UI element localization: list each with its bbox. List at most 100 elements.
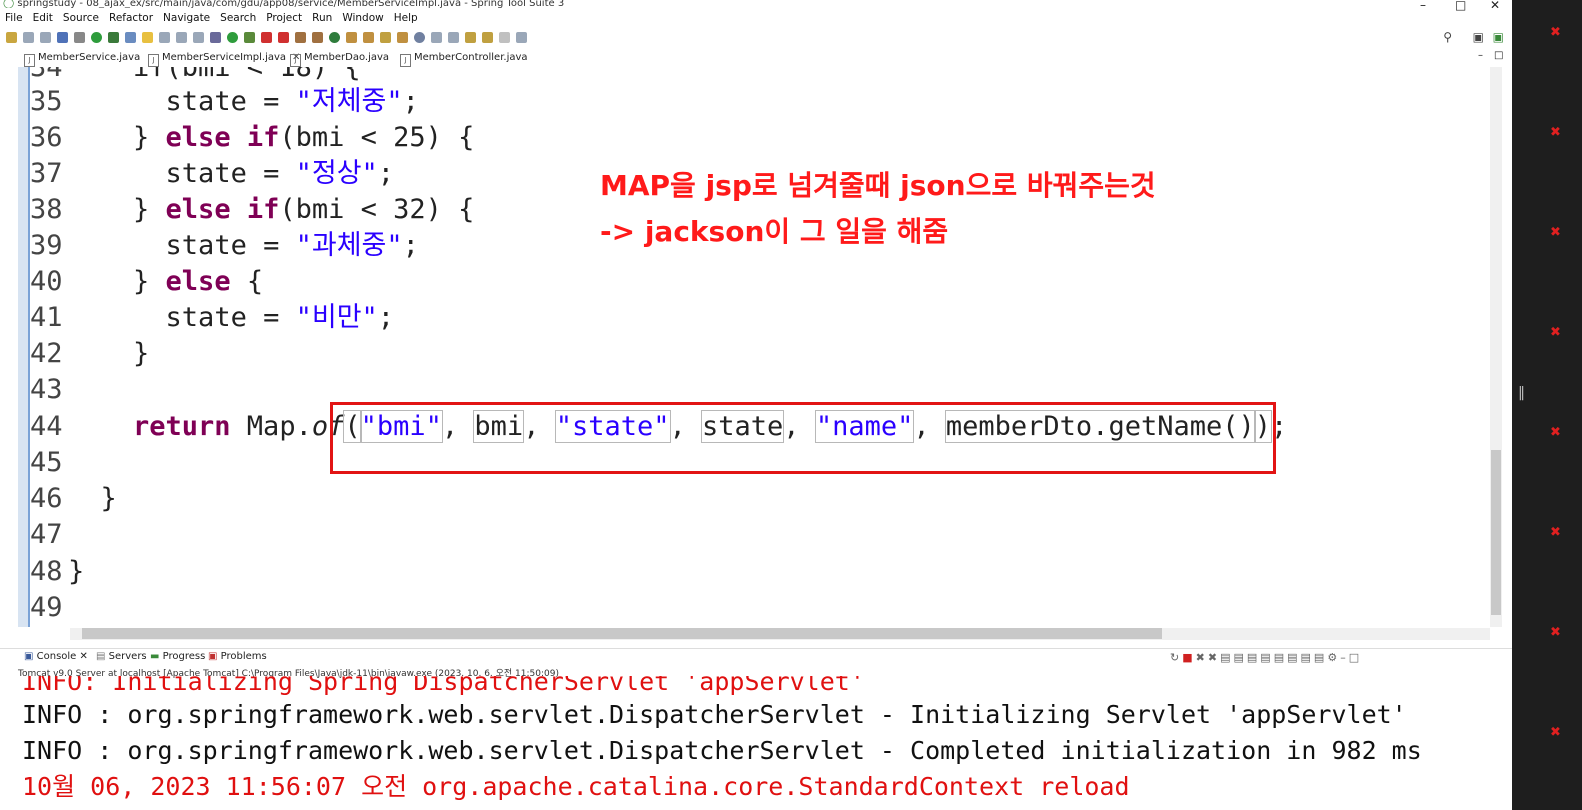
open-perspective-icon[interactable]: ▣ [1473, 30, 1484, 44]
tab-console[interactable]: ▣ Console ✕ [24, 651, 88, 662]
tab-memberserviceimpl[interactable]: J MemberServiceImpl.java ✕ [148, 50, 301, 67]
change-ruler [18, 67, 30, 627]
refresh-icon[interactable] [108, 31, 119, 43]
tab-memberservice[interactable]: J MemberService.java [24, 50, 140, 67]
menu-file[interactable]: File [0, 10, 28, 26]
restart-icon[interactable]: ↻ [1170, 651, 1182, 664]
mark-occurrences-icon[interactable] [142, 31, 153, 43]
settings-icon[interactable]: ⚙ [1327, 651, 1340, 664]
editor-vertical-scroll-thumb[interactable] [1491, 450, 1501, 615]
open-task-icon[interactable] [363, 31, 374, 43]
mic-muted-icon[interactable]: ✖ [1550, 325, 1562, 340]
mic-muted-icon[interactable]: ✖ [1550, 425, 1562, 440]
pin-console-icon[interactable]: ▤ [1287, 651, 1300, 664]
menu-navigate[interactable]: Navigate [158, 10, 215, 26]
menu-search[interactable]: Search [215, 10, 261, 26]
skip-breakpoints-icon[interactable] [74, 31, 85, 43]
new-class-icon[interactable] [329, 31, 340, 43]
java-file-icon: J [290, 54, 301, 67]
tab-membercontroller[interactable]: J MemberController.java [400, 50, 528, 67]
new-icon[interactable] [6, 31, 17, 43]
last-edit-icon[interactable] [465, 31, 476, 43]
menu-source[interactable]: Source [58, 10, 104, 26]
tab-problems[interactable]: ▣ Problems [208, 651, 267, 662]
panel-resize-handle[interactable]: ‖ [1518, 385, 1525, 401]
boot-dashboard-icon[interactable] [91, 31, 102, 43]
open-type-icon[interactable] [346, 31, 357, 43]
minimize-icon[interactable]: – [1340, 651, 1349, 664]
tab-servers[interactable]: ▤ Servers [96, 651, 147, 662]
annotation-line-1: MAP을 jsp로 넘겨줄때 json으로 바꿔주는것 [600, 169, 1156, 202]
minimize-icon[interactable]: – [1420, 0, 1426, 12]
web-browser-icon[interactable] [414, 31, 425, 43]
menu-project[interactable]: Project [261, 10, 307, 26]
mic-muted-icon[interactable]: ✖ [1550, 25, 1562, 40]
run-icon[interactable] [227, 31, 238, 43]
word-wrap-icon[interactable]: ▤ [1247, 651, 1260, 664]
save-all-icon[interactable] [40, 31, 51, 43]
mic-muted-icon[interactable]: ✖ [1550, 125, 1562, 140]
tab-memberdao[interactable]: J MemberDao.java [290, 50, 389, 67]
next-annotation-icon[interactable] [431, 31, 442, 43]
previous-annotation-icon[interactable] [448, 31, 459, 43]
new-package-icon[interactable] [312, 31, 323, 43]
external-tools-icon[interactable] [278, 31, 289, 43]
pilcrow-icon[interactable] [193, 31, 204, 43]
menu-edit[interactable]: Edit [28, 10, 58, 26]
window-title: springstudy - 08_ajax_ex/src/main/java/c… [17, 0, 565, 8]
terminal-icon[interactable] [57, 31, 68, 43]
save-icon[interactable] [23, 31, 34, 43]
show-stdout-icon[interactable]: ▤ [1260, 651, 1273, 664]
stop-icon[interactable] [261, 31, 272, 43]
spring-perspective-icon[interactable]: ▣ [1493, 30, 1504, 44]
problems-icon: ▣ [208, 651, 218, 662]
toggle-ant-icon[interactable] [380, 31, 391, 43]
code-editor[interactable]: 34 if(bmi < 18) { 35 state = "저체중"; 36 }… [18, 67, 1488, 627]
minimize-editor-icon[interactable]: – [1478, 50, 1483, 61]
toolbar [0, 28, 1512, 46]
annotation-note: MAP을 jsp로 넘겨줄때 json으로 바꿔주는것 -> jackson이 … [600, 163, 1156, 255]
mic-muted-icon[interactable]: ✖ [1550, 225, 1562, 240]
close-window-icon[interactable]: ✕ [1490, 0, 1500, 12]
show-stderr-icon[interactable]: ▤ [1274, 651, 1287, 664]
search-task-icon[interactable] [125, 31, 136, 43]
maximize-icon[interactable]: □ [1455, 0, 1466, 12]
mic-muted-icon[interactable]: ✖ [1550, 725, 1562, 740]
menu-refactor[interactable]: Refactor [104, 10, 158, 26]
terminate-icon[interactable]: ■ [1182, 651, 1195, 664]
progress-icon: ▬ [150, 651, 160, 662]
remove-all-icon[interactable]: ✖ [1208, 651, 1220, 664]
menu-help[interactable]: Help [389, 10, 423, 26]
remove-launch-icon[interactable]: ✖ [1196, 651, 1208, 664]
menu-window[interactable]: Window [337, 10, 388, 26]
forward-icon[interactable] [499, 31, 510, 43]
new-java-project-icon[interactable] [295, 31, 306, 43]
console-line: INFO : org.springframework.web.servlet.D… [22, 700, 1407, 729]
clear-console-icon[interactable]: ▤ [1220, 651, 1233, 664]
search-icon[interactable]: ⚲ [1443, 30, 1452, 44]
debug-icon[interactable] [210, 31, 221, 43]
annotation-icon[interactable] [397, 31, 408, 43]
tab-progress[interactable]: ▬ Progress [150, 651, 205, 662]
console-line: INFO : org.springframework.web.servlet.D… [22, 736, 1422, 765]
highlight-box [330, 402, 1276, 474]
menu-bar: File Edit Source Refactor Navigate Search Proj… [0, 10, 423, 26]
editor-horizontal-scroll-thumb[interactable] [82, 628, 1162, 639]
scroll-lock-icon[interactable]: ▤ [1233, 651, 1246, 664]
console-icon: ▣ [24, 651, 34, 662]
maximize-editor-icon[interactable]: □ [1494, 50, 1503, 61]
back-icon[interactable] [482, 31, 493, 43]
block-select-icon[interactable] [159, 31, 170, 43]
console-output[interactable]: INFO: Initializing Spring DispatcherServ… [0, 676, 1500, 810]
menu-run[interactable]: Run [307, 10, 337, 26]
sts-logo-icon: ◯ [3, 0, 15, 8]
display-console-icon[interactable]: ▤ [1301, 651, 1314, 664]
pin-editor-icon[interactable] [516, 31, 527, 43]
open-console-icon[interactable]: ▤ [1314, 651, 1327, 664]
coverage-icon[interactable] [244, 31, 255, 43]
mic-muted-icon[interactable]: ✖ [1550, 525, 1562, 540]
show-whitespace-icon[interactable] [176, 31, 187, 43]
close-tab-icon[interactable]: ✕ [80, 651, 88, 662]
mic-muted-icon[interactable]: ✖ [1550, 625, 1562, 640]
maximize-icon[interactable]: □ [1349, 651, 1362, 664]
